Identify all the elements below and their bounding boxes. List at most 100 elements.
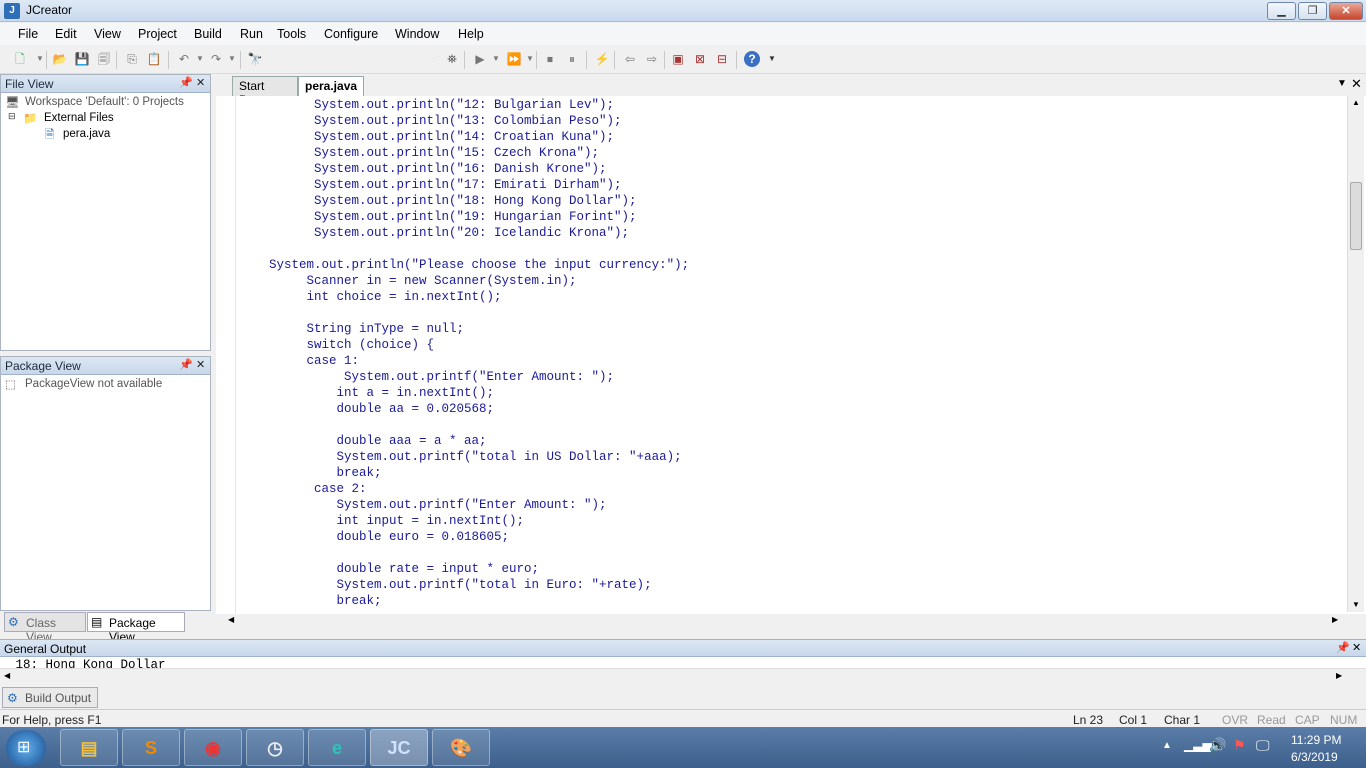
menu-file[interactable]: File (18, 27, 38, 41)
code-line[interactable] (254, 241, 689, 257)
taskbar-chrome[interactable]: ◉ (184, 729, 242, 766)
pause-icon[interactable]: ⏸ (564, 51, 580, 67)
code-line[interactable]: System.out.println("Please choose the in… (254, 257, 689, 273)
stop-icon[interactable]: ⏹ (542, 51, 558, 67)
code-line[interactable]: break; (254, 465, 689, 481)
chevron-down-icon[interactable]: ▼ (192, 51, 208, 67)
tab-package-view[interactable]: ▤ Package View (87, 612, 185, 644)
save-icon[interactable]: 💾 (74, 51, 90, 67)
lightning-icon[interactable]: ⚡ (594, 51, 610, 67)
pin-icon[interactable]: 📌 (179, 358, 193, 371)
close-icon[interactable]: ✕ (196, 76, 205, 89)
taskbar-sublime[interactable]: S (122, 729, 180, 766)
output-horizontal-scrollbar[interactable]: ◀ ▶ (0, 668, 1366, 684)
code-line[interactable]: System.out.println("20: Icelandic Krona"… (254, 225, 689, 241)
open-folder-icon[interactable]: 📂 (52, 51, 68, 67)
tab-class-view[interactable]: ⚙ Class View (4, 612, 86, 644)
tab-build-output[interactable]: ⚙ Build Output (2, 687, 98, 708)
editor-vertical-scrollbar[interactable]: ▲ ▼ (1347, 96, 1364, 612)
code-line[interactable]: int a = in.nextInt(); (254, 385, 689, 401)
display-icon[interactable]: 🖵 (1256, 737, 1270, 754)
code-line[interactable]: double aaa = a * aa; (254, 433, 689, 449)
code-line[interactable]: String inType = null; (254, 321, 689, 337)
toolbar-combo[interactable] (268, 52, 438, 70)
help-icon[interactable]: ? (744, 51, 760, 67)
menu-view[interactable]: View (94, 27, 121, 41)
network-icon[interactable]: ▁▃▅ (1184, 738, 1212, 752)
copy-icon[interactable]: ⎘ (124, 51, 140, 67)
start-button[interactable]: ⊞ (6, 730, 46, 766)
code-line[interactable]: System.out.printf("total in Euro: "+rate… (254, 577, 689, 593)
window-close-icon[interactable]: ⊠ (692, 51, 708, 67)
new-file-icon[interactable]: 🗋 (12, 51, 28, 67)
code-line[interactable]: double rate = input * euro; (254, 561, 689, 577)
tray-expand-icon[interactable]: ▲ (1162, 740, 1172, 751)
tab-start-page[interactable]: Start Page (232, 76, 298, 107)
code-line[interactable]: System.out.println("13: Colombian Peso")… (254, 113, 689, 129)
run-icon[interactable]: ▶ (472, 51, 488, 67)
menu-edit[interactable]: Edit (55, 27, 77, 41)
chevron-down-icon[interactable]: ▼ (224, 51, 240, 67)
chevron-down-icon[interactable]: ▼ (1337, 78, 1347, 89)
code-line[interactable]: System.out.printf("Enter Amount: "); (254, 497, 689, 513)
find-icon[interactable]: 🔭 (247, 51, 263, 67)
volume-icon[interactable]: 🔊 (1209, 737, 1226, 754)
code-line[interactable]: System.out.println("18: Hong Kong Dollar… (254, 193, 689, 209)
undo-icon[interactable]: ↶ (176, 51, 192, 67)
step-icon[interactable]: ⏩ (506, 51, 522, 67)
code-line[interactable] (254, 417, 689, 433)
maximize-button[interactable]: ❐ (1298, 2, 1327, 20)
code-line[interactable]: System.out.println("16: Danish Krone"); (254, 161, 689, 177)
code-line[interactable] (254, 545, 689, 561)
window-list-icon[interactable]: ⊟ (714, 51, 730, 67)
paste-icon[interactable]: 📋 (146, 51, 162, 67)
close-icon[interactable]: ✕ (196, 358, 205, 371)
menu-project[interactable]: Project (138, 27, 177, 41)
workspace-label[interactable]: Workspace 'Default': 0 Projects (25, 96, 184, 108)
scroll-left-icon[interactable]: ◀ (228, 615, 234, 624)
collapse-icon[interactable]: ⊟ (8, 111, 16, 122)
close-icon[interactable]: ✕ (1352, 641, 1361, 654)
scroll-right-icon[interactable]: ▶ (1332, 615, 1338, 624)
taskbar-jcreator[interactable]: JC (370, 729, 428, 766)
editor-horizontal-scrollbar[interactable]: ◀ ▶ (224, 614, 1348, 628)
pin-icon[interactable]: 📌 (179, 76, 193, 89)
title-bar[interactable]: J JCreator ▁ ❐ ✕ (0, 0, 1366, 22)
taskbar-clock-app[interactable]: ◷ (246, 729, 304, 766)
chevron-down-icon[interactable]: ▼ (488, 51, 504, 67)
close-button[interactable]: ✕ (1329, 2, 1363, 20)
target-icon[interactable]: ⛯ (444, 51, 460, 67)
code-line[interactable]: System.out.println("14: Croatian Kuna"); (254, 129, 689, 145)
redo-icon[interactable]: ↷ (208, 51, 224, 67)
save-all-icon[interactable]: 🗐 (96, 51, 112, 67)
scroll-up-icon[interactable]: ▲ (1352, 98, 1360, 107)
code-line[interactable]: System.out.printf("Enter Amount: "); (254, 369, 689, 385)
window-icon[interactable]: ▣ (670, 51, 686, 67)
code-line[interactable]: case 2: (254, 481, 689, 497)
menu-tools[interactable]: Tools (277, 27, 306, 41)
general-output-content[interactable]: 18: Hong Kong Dollar (0, 657, 1366, 668)
chevron-down-icon[interactable]: ▼ (764, 51, 780, 67)
scroll-left-icon[interactable]: ◀ (4, 671, 10, 680)
code-line[interactable]: System.out.println("17: Emirati Dirham")… (254, 177, 689, 193)
arrow-left-icon[interactable]: ⇦ (622, 51, 638, 67)
clock-date[interactable]: 6/3/2019 (1291, 750, 1338, 764)
menu-build[interactable]: Build (194, 27, 222, 41)
clock-time[interactable]: 11:29 PM (1291, 733, 1341, 747)
code-line[interactable]: System.out.printf("total in US Dollar: "… (254, 449, 689, 465)
pin-icon[interactable]: 📌 (1336, 641, 1350, 654)
arrow-right-icon[interactable]: ⇨ (644, 51, 660, 67)
code-line[interactable]: System.out.println("19: Hungarian Forint… (254, 209, 689, 225)
code-line[interactable]: case 1: (254, 353, 689, 369)
code-line[interactable] (254, 305, 689, 321)
code-line[interactable]: int input = in.nextInt(); (254, 513, 689, 529)
menu-configure[interactable]: Configure (324, 27, 378, 41)
close-editor-icon[interactable]: ✕ (1351, 76, 1362, 92)
action-center-icon[interactable]: ⚑ (1233, 737, 1246, 754)
taskbar-eclipse[interactable]: e (308, 729, 366, 766)
minimize-button[interactable]: ▁ (1267, 2, 1296, 20)
menu-help[interactable]: Help (458, 27, 484, 41)
code-line[interactable]: switch (choice) { (254, 337, 689, 353)
menu-run[interactable]: Run (240, 27, 263, 41)
code-line[interactable]: int choice = in.nextInt(); (254, 289, 689, 305)
